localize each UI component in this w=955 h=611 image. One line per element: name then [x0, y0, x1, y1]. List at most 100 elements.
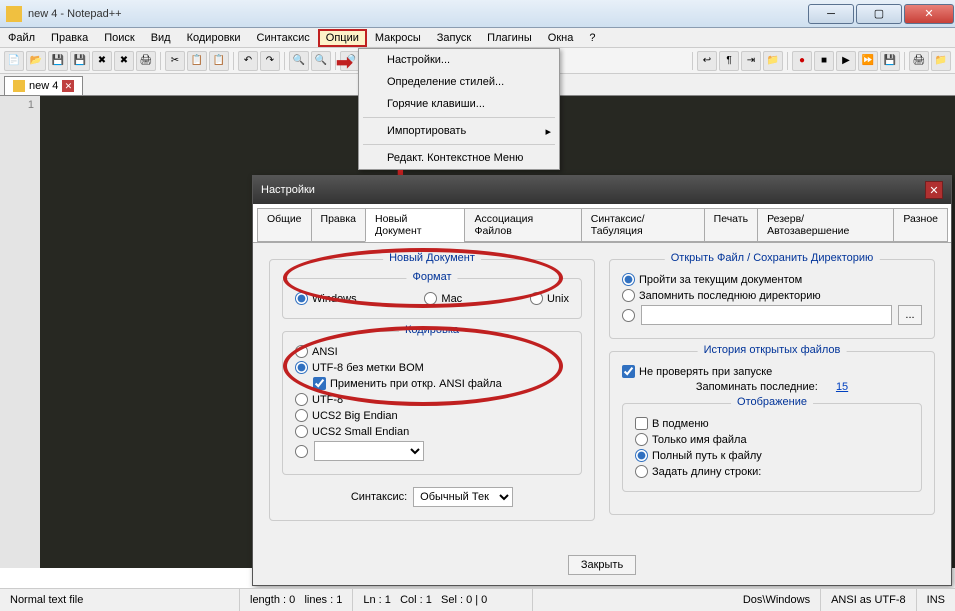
chars-icon[interactable]: ¶ [719, 51, 739, 71]
close-icon[interactable]: ✖ [92, 51, 112, 71]
document-tab-label: new 4 [29, 80, 58, 92]
display-fieldset: Отображение В подменю Только имя файла П… [622, 403, 922, 492]
menu-file[interactable]: Файл [0, 29, 43, 47]
radio-fullpath[interactable]: Полный путь к файлу [635, 449, 762, 462]
radio-ucs2be[interactable]: UCS2 Big Endian [295, 409, 398, 422]
minimize-button[interactable]: ─ [808, 4, 854, 24]
chk-apply-ansi[interactable]: Применить при откр. ANSI файла [313, 377, 502, 390]
menu-view[interactable]: Вид [143, 29, 179, 47]
status-enc: ANSI as UTF-8 [821, 589, 917, 611]
legend-display: Отображение [731, 396, 813, 408]
replace-icon[interactable]: 🔍 [311, 51, 331, 71]
chk-submenu[interactable]: В подменю [635, 417, 709, 430]
radio-windows[interactable]: Windows [295, 292, 357, 305]
save-icon[interactable]: 💾 [48, 51, 68, 71]
tab-close-icon[interactable]: ✕ [62, 80, 74, 92]
tab-edit[interactable]: Правка [311, 208, 366, 242]
menu-windows[interactable]: Окна [540, 29, 582, 47]
wrap-icon[interactable]: ↩ [697, 51, 717, 71]
menu-encoding[interactable]: Кодировки [179, 29, 249, 47]
radio-rememberdir[interactable]: Запомнить последнюю директорию [622, 289, 821, 302]
indent-icon[interactable]: ⇥ [741, 51, 761, 71]
remember-label: Запоминать последние: [696, 381, 818, 393]
cut-icon[interactable]: ✂ [165, 51, 185, 71]
tab-syntaxtab[interactable]: Синтаксис/Табуляция [581, 208, 705, 242]
menu-item-contextmenu[interactable]: Редакт. Контекстное Меню [359, 147, 559, 169]
print-icon[interactable]: 🖨 [136, 51, 156, 71]
savemacro-icon[interactable]: 💾 [880, 51, 900, 71]
saveall-icon[interactable]: 💾 [70, 51, 90, 71]
tool2-icon[interactable]: 📁 [931, 51, 951, 71]
paste-icon[interactable]: 📋 [209, 51, 229, 71]
tab-newdoc[interactable]: Новый Документ [365, 208, 465, 242]
copy-icon[interactable]: 📋 [187, 51, 207, 71]
radio-customdir[interactable] [622, 309, 635, 322]
encoding-select[interactable] [314, 441, 424, 461]
statusbar: Normal text file length : 0 lines : 1 Ln… [0, 588, 955, 611]
menu-search[interactable]: Поиск [96, 29, 142, 47]
browse-button[interactable]: ... [898, 305, 922, 325]
radio-enc-custom[interactable] [295, 445, 308, 458]
menu-item-settings[interactable]: Настройки... [359, 49, 559, 71]
document-tab[interactable]: new 4 ✕ [4, 76, 83, 95]
menu-item-styles[interactable]: Определение стилей... [359, 71, 559, 93]
menu-options[interactable]: Опции [318, 29, 367, 47]
radio-ucs2sm[interactable]: UCS2 Small Endian [295, 425, 409, 438]
undo-icon[interactable]: ↶ [238, 51, 258, 71]
chk-nocheck[interactable]: Не проверять при запуске [622, 365, 772, 378]
legend-newdoc: Новый Документ [383, 252, 481, 264]
radio-mac[interactable]: Mac [424, 292, 462, 305]
tab-backup[interactable]: Резерв/Автозавершение [757, 208, 894, 242]
tab-fileassoc[interactable]: Ассоциация Файлов [464, 208, 581, 242]
tool1-icon[interactable]: 🖨 [909, 51, 929, 71]
close-button[interactable]: ✕ [904, 4, 954, 24]
find-icon[interactable]: 🔍 [289, 51, 309, 71]
dialog-close-button[interactable]: Закрыть [568, 555, 636, 575]
legend-encoding: Кодировка [399, 324, 465, 336]
dialog-tabs: Общие Правка Новый Документ Ассоциация Ф… [253, 204, 951, 243]
radio-nameonly[interactable]: Только имя файла [635, 433, 747, 446]
radio-setlen[interactable]: Задать длину строки: [635, 465, 761, 478]
menu-edit[interactable]: Правка [43, 29, 96, 47]
app-icon [6, 6, 22, 22]
radio-utf8nobom[interactable]: UTF-8 без метки BOM [295, 361, 424, 374]
syntax-select[interactable]: Обычный Тек [413, 487, 513, 507]
menu-separator [363, 117, 555, 118]
redo-icon[interactable]: ↷ [260, 51, 280, 71]
menu-syntax[interactable]: Синтаксис [249, 29, 318, 47]
window-titlebar: new 4 - Notepad++ ─ ▢ ✕ [0, 0, 955, 28]
remember-value[interactable]: 15 [836, 381, 848, 393]
menu-help[interactable]: ? [581, 29, 603, 47]
menu-plugins[interactable]: Плагины [479, 29, 540, 47]
menu-item-import[interactable]: Импортировать [359, 120, 559, 142]
radio-utf8[interactable]: UTF-8 [295, 393, 343, 406]
radio-unix[interactable]: Unix [530, 292, 569, 305]
tab-general[interactable]: Общие [257, 208, 312, 242]
file-icon [13, 80, 25, 92]
dialog-close-icon[interactable]: ✕ [925, 181, 943, 199]
menu-item-hotkeys[interactable]: Горячие клавиши... [359, 93, 559, 115]
stop-icon[interactable]: ■ [814, 51, 834, 71]
radio-ansi[interactable]: ANSI [295, 345, 338, 358]
tab-misc[interactable]: Разное [893, 208, 948, 242]
record-icon[interactable]: ● [792, 51, 812, 71]
legend-history: История открытых файлов [698, 344, 847, 356]
settings-dialog: Настройки ✕ Общие Правка Новый Документ … [252, 175, 952, 586]
dialog-title: Настройки [261, 184, 925, 196]
status-length: length : 0 lines : 1 [240, 589, 353, 611]
maximize-button[interactable]: ▢ [856, 4, 902, 24]
dir-input[interactable] [641, 305, 892, 325]
menubar: Файл Правка Поиск Вид Кодировки Синтакси… [0, 28, 955, 48]
window-title: new 4 - Notepad++ [28, 8, 807, 20]
new-icon[interactable]: 📄 [4, 51, 24, 71]
playn-icon[interactable]: ⏩ [858, 51, 878, 71]
fold-icon[interactable]: 📁 [763, 51, 783, 71]
menu-macros[interactable]: Макросы [367, 29, 429, 47]
menu-run[interactable]: Запуск [429, 29, 479, 47]
menu-separator [363, 144, 555, 145]
closeall-icon[interactable]: ✖ [114, 51, 134, 71]
open-icon[interactable]: 📂 [26, 51, 46, 71]
play-icon[interactable]: ▶ [836, 51, 856, 71]
tab-print[interactable]: Печать [704, 208, 758, 242]
radio-followdoc[interactable]: Пройти за текущим документом [622, 273, 802, 286]
